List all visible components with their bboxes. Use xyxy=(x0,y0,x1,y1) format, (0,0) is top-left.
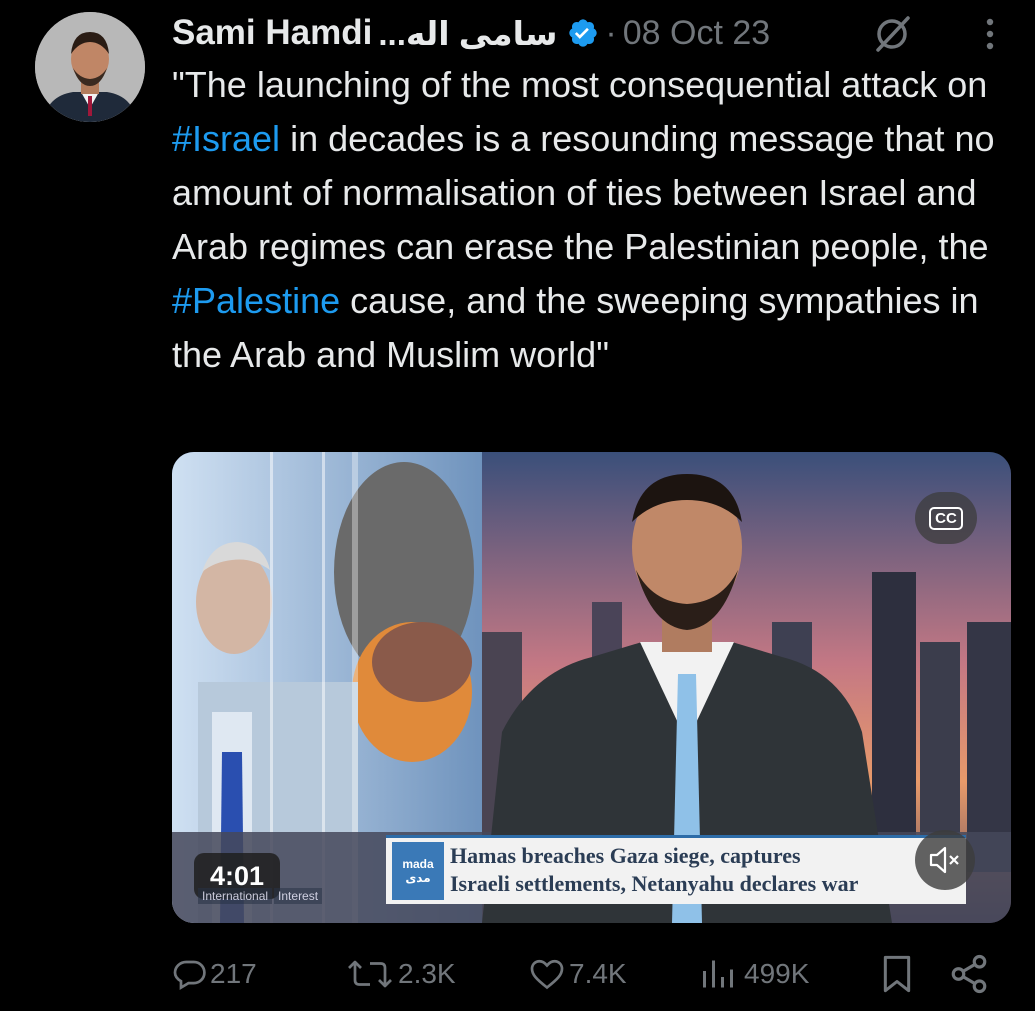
brand-tag-2: Interest xyxy=(274,888,323,904)
tweet-text-segment: "The launching of the most consequential… xyxy=(172,64,988,105)
tweet-text-segment: in decades is a resounding message that … xyxy=(172,118,995,267)
repost-count: 2.3K xyxy=(398,958,456,989)
repost-icon xyxy=(348,960,392,988)
avatar[interactable] xyxy=(35,12,145,122)
tweet-date[interactable]: 08 Oct 23 xyxy=(623,14,770,53)
mute-icon xyxy=(929,846,959,874)
ticker-line-2: Israeli settlements, Netanyahu declares … xyxy=(450,871,859,896)
action-bar: 217 2.3K 7.4K 499K xyxy=(0,944,1035,1004)
like-button[interactable]: 7.4K xyxy=(527,944,627,1004)
tweet-header: Sami Hamdi سامی اله... · 08 Oct 23 xyxy=(172,8,770,58)
reply-count: 217 xyxy=(210,958,257,989)
views-button[interactable]: 499K xyxy=(700,944,809,1004)
hashtag-link[interactable]: #Israel xyxy=(172,118,280,159)
more-icon[interactable] xyxy=(978,14,1002,59)
grok-icon[interactable] xyxy=(872,12,914,59)
share-button[interactable] xyxy=(948,944,992,1004)
like-icon xyxy=(530,959,564,990)
hashtag-link[interactable]: #Palestine xyxy=(172,280,340,321)
bookmark-button[interactable] xyxy=(880,944,916,1004)
author-name-arabic[interactable]: سامی اله... xyxy=(378,14,557,53)
bookmark-icon xyxy=(883,955,911,993)
brand-tag: International Interest xyxy=(198,888,324,904)
views-count: 499K xyxy=(744,958,810,989)
channel-logo-text-arabic: مدى xyxy=(405,871,431,885)
verified-badge-icon xyxy=(567,17,599,49)
reply-button[interactable]: 217 xyxy=(172,944,257,1004)
views-icon xyxy=(703,960,733,988)
news-ticker: mada مدى Hamas breaches Gaza siege, capt… xyxy=(386,835,966,904)
dot-separator: · xyxy=(605,13,617,52)
cc-button[interactable]: CC xyxy=(915,492,977,544)
video-player[interactable]: CC mada مدى Hamas breaches Gaza siege, c… xyxy=(172,452,1011,923)
author-name[interactable]: Sami Hamdi xyxy=(172,13,372,53)
ticker-line-1: Hamas breaches Gaza siege, captures xyxy=(450,843,801,868)
channel-logo: mada مدى xyxy=(392,842,444,900)
reply-icon xyxy=(173,960,206,991)
share-icon xyxy=(951,954,987,994)
like-count: 7.4K xyxy=(569,958,627,989)
cc-icon: CC xyxy=(929,506,963,530)
tweet-text: "The launching of the most consequential… xyxy=(172,58,1012,382)
brand-tag-1: International xyxy=(198,888,273,904)
channel-logo-text: mada xyxy=(402,857,434,871)
repost-button[interactable]: 2.3K xyxy=(344,944,456,1004)
mute-button[interactable] xyxy=(915,830,975,890)
